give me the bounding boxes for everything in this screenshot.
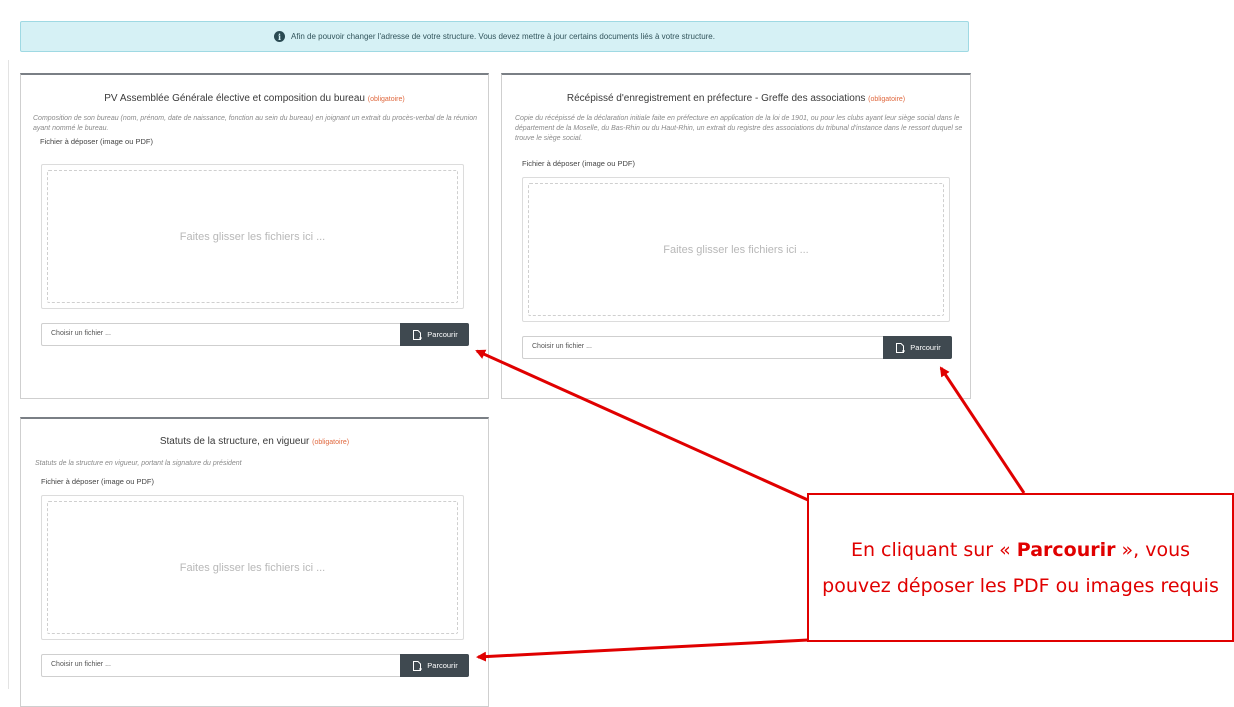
card-title: Récépissé d'enregistrement en préfecture…	[502, 93, 970, 104]
browse-button[interactable]: Parcourir	[400, 654, 469, 677]
document-card-recepisse: Récépissé d'enregistrement en préfecture…	[501, 73, 971, 399]
document-card-statuts: Statuts de la structure, en vigueur (obl…	[20, 417, 489, 707]
drop-zone-text: Faites glisser les fichiers ici ...	[663, 243, 809, 256]
required-badge: (obligatoire)	[868, 96, 906, 103]
card-title: PV Assemblée Générale élective et compos…	[21, 93, 488, 104]
drop-zone[interactable]: Faites glisser les fichiers ici ...	[41, 164, 464, 309]
card-description: Statuts de la structure en vigueur, port…	[35, 460, 242, 467]
alert-text: Afin de pouvoir changer l'adresse de vot…	[291, 32, 715, 41]
card-description: Copie du récépissé de la déclaration ini…	[515, 115, 963, 142]
file-label: Fichier à déposer (image ou PDF)	[522, 159, 635, 168]
drop-zone-text: Faites glisser les fichiers ici ...	[179, 230, 326, 243]
info-alert: i Afin de pouvoir changer l'adresse de v…	[20, 21, 969, 52]
card-title-text: Statuts de la structure, en vigueur	[159, 436, 310, 447]
file-add-icon	[896, 342, 906, 353]
file-add-icon	[413, 660, 423, 671]
file-label: Fichier à déposer (image ou PDF)	[41, 477, 154, 486]
drop-zone-inner: Faites glisser les fichiers ici ...	[47, 170, 458, 303]
callout-bold: Parcourir	[1016, 538, 1116, 561]
browse-button[interactable]: Parcourir	[883, 336, 952, 359]
card-title-text: Récépissé d'enregistrement en préfecture…	[566, 93, 866, 104]
file-input-placeholder: Choisir un fichier ...	[51, 661, 111, 668]
file-input-placeholder: Choisir un fichier ...	[51, 330, 111, 337]
info-circle-icon: i	[274, 31, 286, 42]
file-input[interactable]: Choisir un fichier ... Parcourir	[41, 323, 469, 346]
file-input-placeholder: Choisir un fichier ...	[532, 343, 592, 350]
file-input[interactable]: Choisir un fichier ... Parcourir	[41, 654, 469, 677]
callout-prefix: En cliquant sur «	[850, 538, 1017, 561]
arrow-to-browse-3	[476, 638, 809, 662]
drop-zone[interactable]: Faites glisser les fichiers ici ...	[41, 495, 464, 640]
drop-zone[interactable]: Faites glisser les fichiers ici ...	[522, 177, 950, 322]
browse-button[interactable]: Parcourir	[400, 323, 469, 346]
file-add-icon	[413, 329, 423, 340]
card-title: Statuts de la structure, en vigueur (obl…	[21, 436, 488, 447]
annotation-callout: En cliquant sur « Parcourir », vous pouv…	[807, 493, 1234, 642]
drop-zone-inner: Faites glisser les fichiers ici ...	[47, 501, 458, 634]
drop-zone-inner: Faites glisser les fichiers ici ...	[528, 183, 944, 316]
document-card-pv-ag: PV Assemblée Générale élective et compos…	[20, 73, 489, 399]
file-label: Fichier à déposer (image ou PDF)	[40, 137, 153, 146]
file-input[interactable]: Choisir un fichier ... Parcourir	[522, 336, 952, 359]
browse-button-label: Parcourir	[427, 330, 458, 339]
card-description: Composition de son bureau (nom, prénom, …	[33, 115, 478, 132]
browse-button-label: Parcourir	[910, 343, 941, 352]
left-rule	[8, 60, 9, 689]
card-title-text: PV Assemblée Générale élective et compos…	[104, 93, 365, 104]
drop-zone-text: Faites glisser les fichiers ici ...	[179, 561, 326, 574]
required-badge: (obligatoire)	[367, 96, 405, 103]
required-badge: (obligatoire)	[312, 439, 350, 446]
browse-button-label: Parcourir	[427, 661, 458, 670]
